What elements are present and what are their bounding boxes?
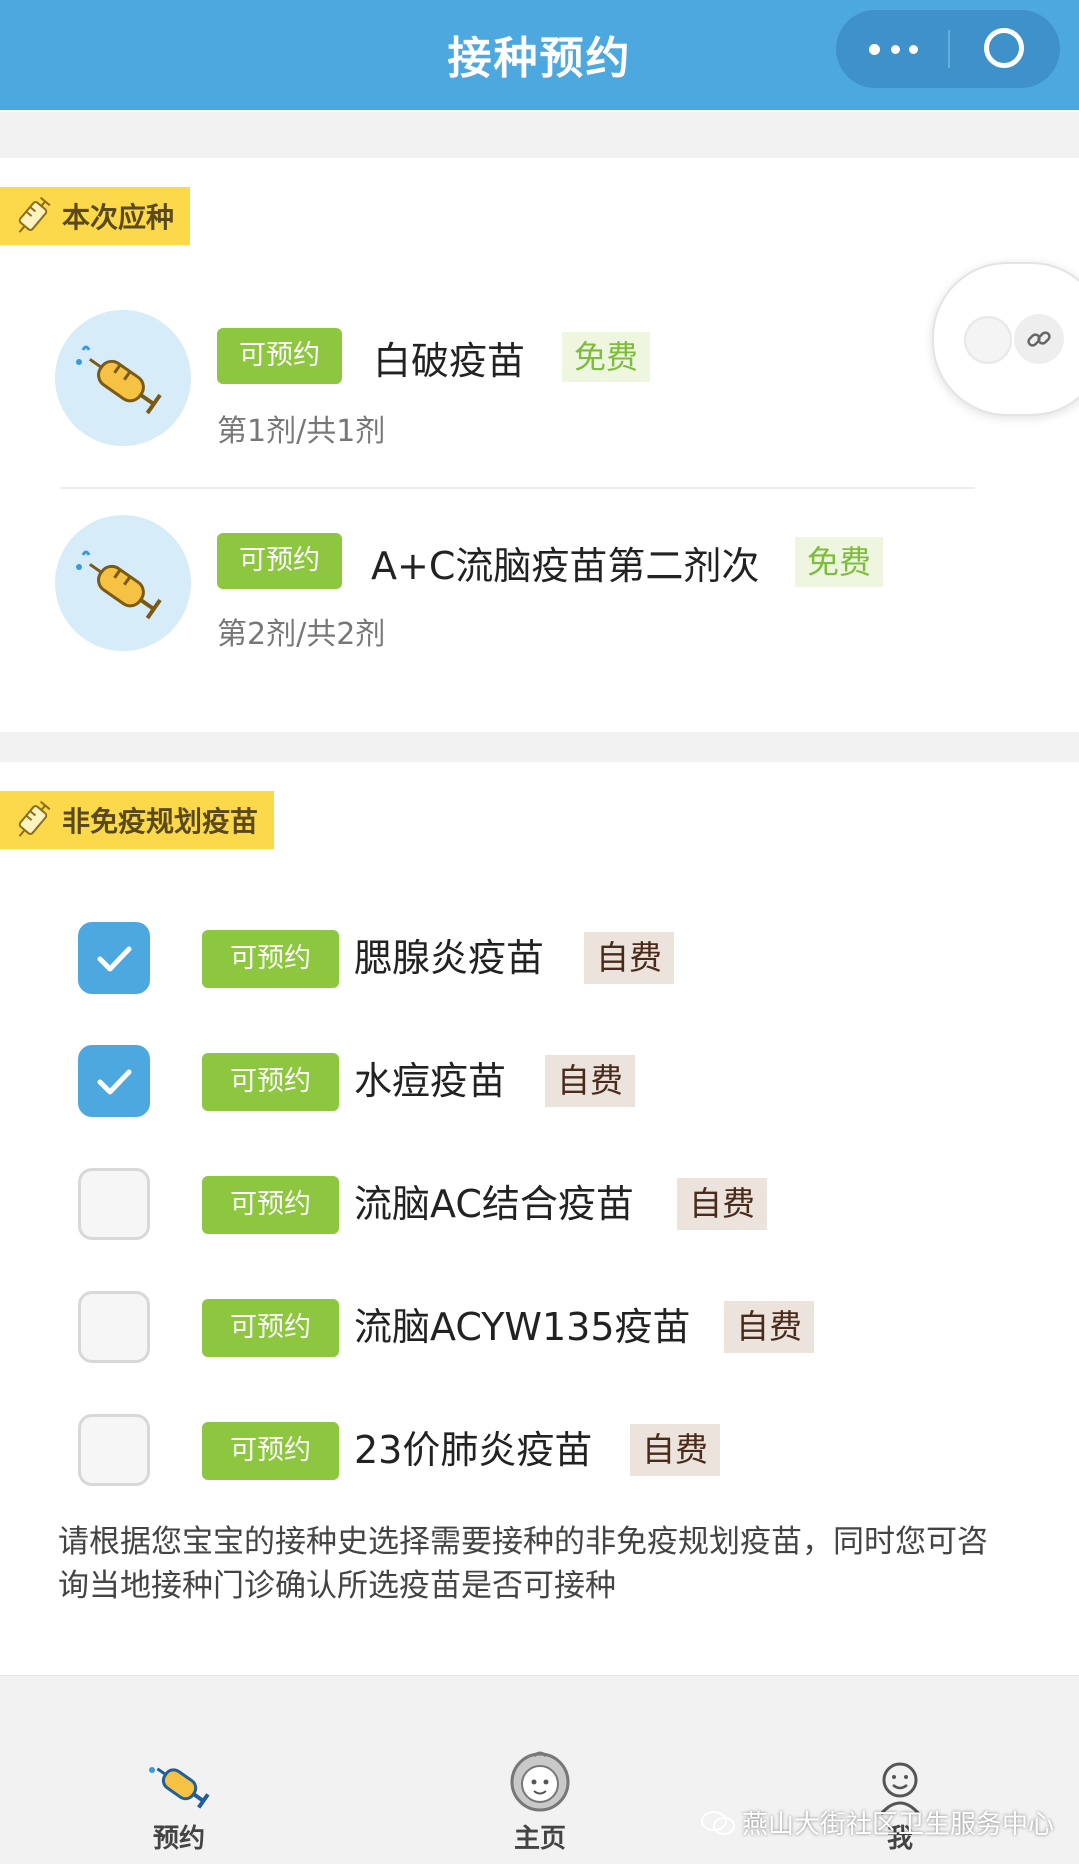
nav-header: 接种预约 bbox=[0, 0, 1079, 110]
section-tag-optional: 非免疫规划疫苗 bbox=[0, 791, 275, 849]
status-badge: 可预约 bbox=[202, 1422, 339, 1480]
vaccine-avatar bbox=[55, 515, 191, 651]
tab-home[interactable]: 主页 bbox=[440, 1676, 640, 1864]
vaccine-name: 流脑AC结合疫苗 bbox=[354, 1182, 634, 1226]
section-title: 本次应种 bbox=[62, 201, 175, 234]
status-badge: 可预约 bbox=[217, 328, 342, 384]
tab-label: 主页 bbox=[513, 1824, 566, 1854]
optional-vaccine-row[interactable]: 可预约 流脑AC结合疫苗 自费 bbox=[78, 1168, 1058, 1244]
section-gap bbox=[0, 732, 1079, 762]
vaccine-name: 水痘疫苗 bbox=[354, 1059, 507, 1103]
section-title: 非免疫规划疫苗 bbox=[62, 805, 259, 838]
wechat-icon bbox=[701, 1810, 735, 1835]
syringe-icon bbox=[18, 196, 51, 233]
fee-tag: 自费 bbox=[545, 1055, 635, 1107]
syringe-icon bbox=[149, 1767, 210, 1809]
fee-tag: 自费 bbox=[724, 1301, 814, 1353]
check-icon bbox=[97, 946, 132, 972]
more-dots-icon[interactable] bbox=[836, 10, 948, 88]
status-badge: 可预约 bbox=[202, 930, 339, 988]
baby-face-icon bbox=[510, 1751, 570, 1812]
section-gap bbox=[0, 112, 1079, 158]
status-badge: 可预约 bbox=[202, 1299, 339, 1357]
floating-share-bubble[interactable] bbox=[932, 262, 1079, 416]
tab-label: 预约 bbox=[152, 1824, 205, 1854]
fee-tag: 自费 bbox=[584, 932, 674, 984]
optional-vaccine-row[interactable]: 可预约 流脑ACYW135疫苗 自费 bbox=[78, 1291, 1058, 1367]
fee-tag: 免费 bbox=[795, 537, 884, 587]
section-tag-scheduled: 本次应种 bbox=[0, 187, 191, 245]
vaccine-name: 白破疫苗 bbox=[373, 339, 526, 383]
vaccine-checkbox[interactable] bbox=[78, 922, 150, 994]
dose-info: 第1剂/共1剂 bbox=[217, 414, 386, 449]
vaccine-checkbox[interactable] bbox=[78, 1045, 150, 1117]
check-icon bbox=[97, 1069, 132, 1095]
status-badge: 可预约 bbox=[202, 1176, 339, 1234]
watermark: 燕山大街社区卫生服务中心 bbox=[700, 1804, 1054, 1841]
watermark-text: 燕山大街社区卫生服务中心 bbox=[742, 1810, 1055, 1840]
status-badge: 可预约 bbox=[202, 1053, 339, 1111]
dose-info: 第2剂/共2剂 bbox=[217, 617, 386, 652]
vaccine-checkbox[interactable] bbox=[78, 1414, 150, 1486]
syringe-icon bbox=[18, 800, 51, 837]
scheduled-vaccine-row[interactable]: 可预约 白破疫苗 免费 第1剂/共1剂 bbox=[55, 310, 955, 450]
vaccine-name: 腮腺炎疫苗 bbox=[354, 936, 545, 980]
capsule-divider bbox=[948, 30, 950, 68]
fee-tag: 自费 bbox=[677, 1178, 767, 1230]
tab-appointment[interactable]: 预约 bbox=[79, 1676, 279, 1864]
status-badge: 可预约 bbox=[217, 533, 342, 589]
vaccine-name: 23价肺炎疫苗 bbox=[354, 1428, 593, 1472]
vaccine-name: 流脑ACYW135疫苗 bbox=[354, 1305, 691, 1349]
optional-vaccine-row[interactable]: 可预约 23价肺炎疫苗 自费 bbox=[78, 1414, 1058, 1490]
optional-vaccine-row[interactable]: 可预约 腮腺炎疫苗 自费 bbox=[78, 922, 1058, 998]
scheduled-vaccine-row[interactable]: 可预约 A+C流脑疫苗第二剂次 免费 第2剂/共2剂 bbox=[55, 515, 955, 655]
fee-tag: 自费 bbox=[630, 1424, 720, 1476]
fee-tag: 免费 bbox=[562, 332, 651, 382]
selection-notice: 请根据您宝宝的接种史选择需要接种的非免疫规划疫苗，同时您可咨询当地接种门诊确认所… bbox=[58, 1524, 988, 1604]
row-divider bbox=[60, 487, 975, 489]
link-icon[interactable] bbox=[1014, 314, 1064, 364]
mini-program-capsule bbox=[836, 10, 1060, 88]
avatar bbox=[964, 316, 1012, 364]
link-icon-glyph bbox=[1027, 331, 1051, 347]
optional-vaccine-row[interactable]: 可预约 水痘疫苗 自费 bbox=[78, 1045, 1058, 1121]
vaccine-avatar bbox=[55, 310, 191, 446]
syringe-icon bbox=[76, 345, 162, 415]
vaccine-name: A+C流脑疫苗第二剂次 bbox=[371, 544, 760, 588]
vaccine-checkbox[interactable] bbox=[78, 1291, 150, 1363]
vaccine-checkbox[interactable] bbox=[78, 1168, 150, 1240]
circle-close-icon[interactable] bbox=[984, 28, 1024, 68]
syringe-icon bbox=[76, 550, 162, 620]
